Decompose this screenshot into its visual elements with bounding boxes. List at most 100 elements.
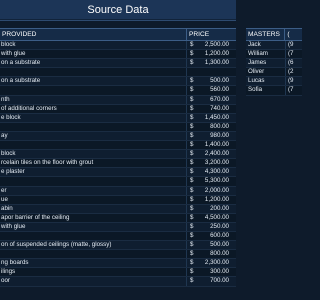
cell-item-name[interactable] xyxy=(0,68,187,77)
cell-item-name[interactable]: with glue xyxy=(0,222,187,231)
table-row[interactable]: James (6 xyxy=(246,59,302,69)
table-row[interactable]: of additional corners $740.00 xyxy=(0,104,236,114)
table-row[interactable]: rcelain tiles on the floor with grout $3,… xyxy=(0,159,236,169)
table-row[interactable]: $560.00 xyxy=(0,86,236,96)
cell-price[interactable]: 2,500.00 xyxy=(197,41,232,49)
column-header-provided[interactable]: PROVIDED xyxy=(0,29,187,40)
cell-currency[interactable]: $ xyxy=(187,50,197,58)
cell-item-name[interactable]: block xyxy=(0,41,187,50)
cell-currency[interactable]: $ xyxy=(187,250,197,258)
cell-currency[interactable]: $ xyxy=(187,196,197,204)
cell-price[interactable]: 700.00 xyxy=(197,277,232,285)
table-row[interactable]: Lucas (9 xyxy=(246,77,302,87)
table-row[interactable]: block $2,500.00 xyxy=(0,41,236,51)
cell-master-name[interactable]: James xyxy=(246,59,286,68)
cell-currency[interactable]: $ xyxy=(187,168,197,176)
cell-master-name[interactable]: Jack xyxy=(246,41,286,50)
table-row[interactable]: $800.00 xyxy=(0,250,236,260)
cell-item-name[interactable]: on a substrate xyxy=(0,59,187,68)
cell-master-amount[interactable]: (2 xyxy=(286,68,302,76)
table-row[interactable]: with glue $1,200.00 xyxy=(0,50,236,60)
cell-item-name[interactable] xyxy=(0,250,187,259)
cell-price[interactable]: 500.00 xyxy=(197,77,232,85)
table-row[interactable]: abin $200.00 xyxy=(0,204,236,214)
cell-item-name[interactable]: on of suspended ceilings (matte, glossy) xyxy=(0,241,187,250)
table-row[interactable]: er $2,000.00 xyxy=(0,186,236,196)
cell-price[interactable]: 1,200.00 xyxy=(197,196,232,204)
cell-price[interactable]: 800.00 xyxy=(197,123,232,131)
cell-item-name[interactable]: ilings xyxy=(0,268,187,277)
table-row[interactable]: with glue $250.00 xyxy=(0,222,236,232)
cell-master-amount[interactable]: (9 xyxy=(286,77,302,85)
cell-currency[interactable]: $ xyxy=(187,150,197,158)
cell-currency[interactable]: $ xyxy=(187,177,197,185)
cell-price[interactable]: 1,450.00 xyxy=(197,114,232,122)
cell-price[interactable]: 300.00 xyxy=(197,268,232,276)
cell-price[interactable]: 1,300.00 xyxy=(197,59,232,67)
cell-item-name[interactable]: e block xyxy=(0,113,187,122)
cell-currency[interactable]: $ xyxy=(187,132,197,140)
table-row[interactable]: nth $670.00 xyxy=(0,95,236,105)
column-header-price[interactable]: PRICE xyxy=(187,29,236,40)
cell-price[interactable]: 5,300.00 xyxy=(197,177,232,185)
cell-item-name[interactable]: ue xyxy=(0,195,187,204)
cell-price[interactable] xyxy=(197,68,232,76)
table-row[interactable]: $600.00 xyxy=(0,231,236,242)
table-row[interactable]: ay $980.00 xyxy=(0,131,236,142)
cell-item-name[interactable]: rcelain tiles on the floor with grout xyxy=(0,159,187,168)
cell-currency[interactable]: $ xyxy=(187,123,197,131)
cell-currency[interactable]: $ xyxy=(187,105,197,113)
cell-price[interactable]: 980.00 xyxy=(197,132,232,140)
cell-item-name[interactable]: abin xyxy=(0,204,187,213)
cell-item-name[interactable]: oor xyxy=(0,277,187,286)
cell-currency[interactable]: $ xyxy=(187,223,197,231)
cell-currency[interactable]: $ xyxy=(187,141,197,149)
table-row[interactable]: on a substrate $500.00 xyxy=(0,77,236,87)
cell-price[interactable]: 4,500.00 xyxy=(197,214,232,222)
cell-currency[interactable]: $ xyxy=(187,77,197,85)
cell-price[interactable]: 500.00 xyxy=(197,241,232,249)
table-row[interactable]: oor $700.00 xyxy=(0,277,236,287)
cell-price[interactable]: 740.00 xyxy=(197,105,232,113)
table-row[interactable] xyxy=(0,68,236,78)
cell-currency[interactable]: $ xyxy=(187,187,197,195)
cell-item-name[interactable]: of additional corners xyxy=(0,104,187,113)
cell-currency[interactable]: $ xyxy=(187,214,197,222)
cell-currency[interactable]: $ xyxy=(187,41,197,49)
table-row[interactable]: Oliver (2 xyxy=(246,68,302,78)
cell-currency[interactable]: $ xyxy=(187,159,197,167)
cell-item-name[interactable] xyxy=(0,177,187,186)
cell-item-name[interactable]: nth xyxy=(0,95,187,104)
table-row[interactable]: on a substrate $1,300.00 xyxy=(0,59,236,69)
table-row[interactable]: ue $1,200.00 xyxy=(0,195,236,205)
cell-price[interactable]: 2,000.00 xyxy=(197,187,232,195)
cell-price[interactable]: 560.00 xyxy=(197,86,232,94)
cell-master-amount[interactable]: (9 xyxy=(286,41,302,49)
cell-price[interactable]: 800.00 xyxy=(197,250,232,258)
cell-master-name[interactable]: Lucas xyxy=(246,77,286,86)
cell-master-amount[interactable]: (6 xyxy=(286,59,302,67)
table-row[interactable]: ng boards $2,300.00 xyxy=(0,259,236,269)
cell-item-name[interactable]: block xyxy=(0,150,187,159)
cell-item-name[interactable] xyxy=(0,141,187,150)
table-row[interactable]: Sofia (7 xyxy=(246,86,302,96)
cell-item-name[interactable] xyxy=(0,86,187,95)
cell-price[interactable]: 2,400.00 xyxy=(197,150,232,158)
cell-price[interactable]: 2,300.00 xyxy=(197,259,232,267)
table-row[interactable]: Jack (9 xyxy=(246,41,302,51)
table-row[interactable]: e block $1,450.00 xyxy=(0,113,236,123)
cell-currency[interactable]: $ xyxy=(187,241,197,249)
cell-master-name[interactable]: Oliver xyxy=(246,68,286,77)
cell-currency[interactable]: $ xyxy=(187,59,197,67)
cell-item-name[interactable]: apor barrier of the ceiling xyxy=(0,213,187,222)
cell-currency[interactable]: $ xyxy=(187,205,197,213)
cell-currency[interactable]: $ xyxy=(187,259,197,267)
cell-master-name[interactable]: William xyxy=(246,50,286,59)
cell-master-name[interactable]: Sofia xyxy=(246,86,286,95)
table-row[interactable]: on of suspended ceilings (matte, glossy)… xyxy=(0,241,236,251)
cell-currency[interactable]: $ xyxy=(187,86,197,94)
cell-item-name[interactable]: with glue xyxy=(0,50,187,59)
table-row[interactable]: William (7 xyxy=(246,50,302,60)
table-row[interactable]: $5,300.00 xyxy=(0,177,236,187)
cell-master-amount[interactable]: (7 xyxy=(286,50,302,58)
